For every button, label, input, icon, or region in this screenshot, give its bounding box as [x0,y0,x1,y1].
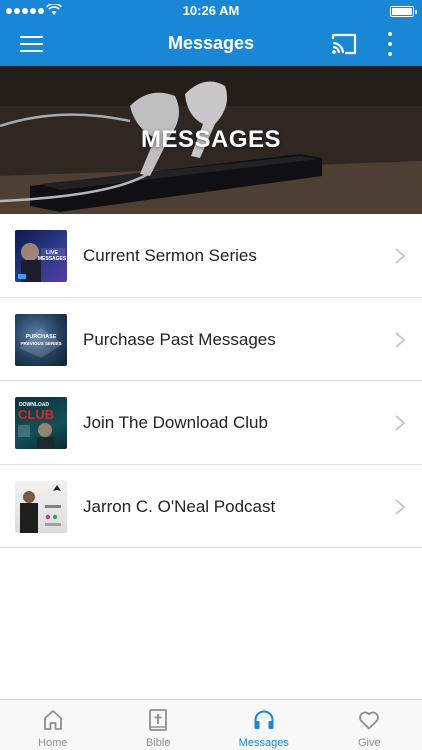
home-icon [43,710,62,730]
tab-bar: Home Bible Messages Give [0,699,422,750]
svg-text:MESSAGES: MESSAGES [38,256,67,262]
podcast-thumbnail [15,480,67,533]
battery-icon [390,6,417,17]
list-item-label: Purchase Past Messages [83,329,276,349]
tab-bible[interactable]: Bible [106,700,212,750]
hero-title: MESSAGES [140,126,282,153]
svg-text:PREVIOUS SERIES: PREVIOUS SERIES [20,341,61,346]
status-time: 10:26 AM [182,3,240,18]
chevron-right-icon [395,248,406,264]
chevron-right-icon [395,415,406,431]
chevron-right-icon [395,498,406,515]
list-item-current-sermon-series[interactable]: LIVE MESSAGES Current Sermon Series [0,214,422,298]
tab-label: Give [357,737,381,749]
tab-give[interactable]: Give [317,700,422,750]
tab-label: Home [38,737,68,749]
cast-button[interactable] [326,28,362,60]
tab-label: Messages [238,737,289,749]
tab-messages[interactable]: Messages [211,700,317,750]
bible-icon [149,709,168,731]
tab-label: Bible [146,737,171,749]
status-bar: 10:26 AM [0,0,422,22]
list-item-download-club[interactable]: DOWNLOAD CLUB Join The Download Club [0,381,422,465]
headphones-icon [254,710,274,729]
download-club-thumbnail: DOWNLOAD CLUB [15,397,67,449]
cast-icon [331,33,357,55]
messages-list: LIVE MESSAGES Current Sermon Series PURC… [0,214,422,548]
more-options-button[interactable] [376,28,404,60]
navigation-bar: Messages [0,22,422,66]
list-item-label: Current Sermon Series [83,246,257,265]
list-item-label: Jarron C. O'Neal Podcast [83,496,276,516]
list-item-label: Join The Download Club [83,413,268,432]
hero-banner: MESSAGES [0,66,422,214]
list-item-podcast[interactable]: Jarron C. O'Neal Podcast [0,464,422,548]
chevron-right-icon [395,331,406,348]
list-item-purchase-past-messages[interactable]: PURCHASE PREVIOUS SERIES Purchase Past M… [0,297,422,381]
svg-text:PURCHASE: PURCHASE [26,334,57,340]
live-messages-thumbnail: LIVE MESSAGES [15,230,67,282]
purchase-previous-series-thumbnail: PURCHASE PREVIOUS SERIES [15,313,67,366]
tab-home[interactable]: Home [0,700,106,750]
heart-icon [359,711,380,730]
svg-text:CLUB: CLUB [18,407,54,422]
